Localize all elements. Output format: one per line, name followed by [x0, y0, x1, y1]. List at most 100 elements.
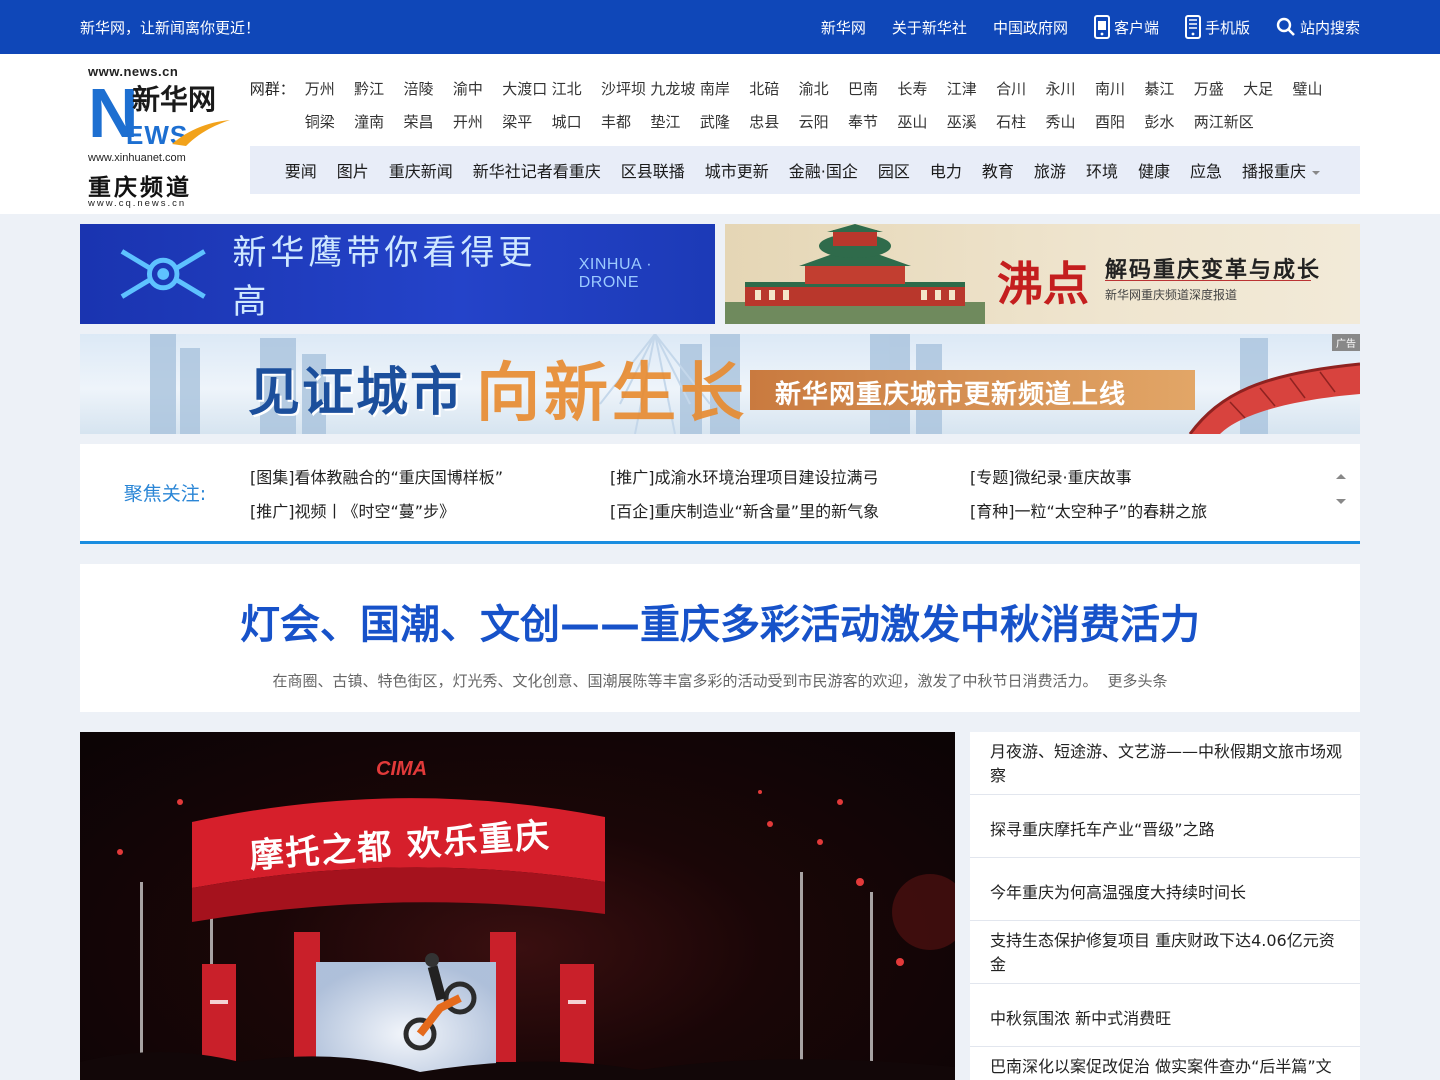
- network-city-link[interactable]: 武隆: [700, 111, 749, 132]
- link-gov[interactable]: 中国政府网: [993, 17, 1068, 38]
- nav-item[interactable]: 区县联播: [621, 158, 685, 182]
- link-site-search[interactable]: 站内搜索: [1276, 17, 1360, 38]
- network-city-link[interactable]: 万州: [305, 78, 354, 99]
- link-about-xinhua[interactable]: 关于新华社: [892, 17, 967, 38]
- network-city-link[interactable]: 万盛: [1194, 78, 1243, 99]
- network-city-link[interactable]: 丰都: [601, 111, 650, 132]
- nav-item-label: 电力: [929, 162, 962, 181]
- nav-item[interactable]: 新华社记者看重庆: [473, 158, 601, 182]
- nav-item[interactable]: 金融·国企: [789, 158, 858, 182]
- nav-item[interactable]: 图片: [337, 158, 369, 182]
- xinhua-drone-banner[interactable]: 新华鹰带你看得更高 XINHUA · DRONE: [80, 224, 715, 324]
- focus-label: 聚焦关注:: [123, 483, 207, 505]
- network-city-link[interactable]: 璧山: [1293, 78, 1342, 99]
- header: www.news.cn N EWS 新华网 www.xinhuanet.com …: [0, 54, 1440, 214]
- nav-item[interactable]: 应急: [1190, 158, 1222, 182]
- nav-item[interactable]: 城市更新: [705, 158, 769, 182]
- nav-item[interactable]: 健康: [1138, 158, 1170, 182]
- photo-brand-logo: CIMA: [376, 758, 428, 780]
- focus-item[interactable]: [育种]一粒“太空种子”的春耕之旅: [970, 498, 1330, 522]
- city-banner-highlight: 向新生长: [476, 356, 748, 431]
- network-city-link[interactable]: 合川: [996, 78, 1045, 99]
- network-city-link[interactable]: 开州: [453, 111, 502, 132]
- focus-item[interactable]: [专题]微纪录·重庆故事: [970, 464, 1330, 488]
- link-xinhuanet[interactable]: 新华网: [821, 17, 866, 38]
- network-city-link[interactable]: 荣昌: [403, 111, 452, 132]
- link-mobile[interactable]: 手机版: [1184, 15, 1250, 39]
- network-city-link[interactable]: 云阳: [799, 111, 848, 132]
- network-city-link[interactable]: 城口: [552, 111, 601, 132]
- search-icon: [1276, 17, 1295, 36]
- nav-item-label: 图片: [336, 162, 369, 181]
- network-city-link[interactable]: 永川: [1046, 78, 1095, 99]
- main-nav: 要闻 图片 重庆新闻 新华社记者看重庆 区县联播 城市更新 金融·国企 园区 电力 教育 旅游 环境 健…: [249, 146, 1360, 194]
- network-city-link[interactable]: 奉节: [848, 111, 897, 132]
- link-label: 新华网: [820, 18, 866, 37]
- network-city-link[interactable]: 潼南: [354, 111, 403, 132]
- logo-url-secondary: www.xinhuanet.com: [88, 152, 186, 164]
- focus-item[interactable]: [百企]重庆制造业“新含量”里的新气象: [610, 498, 970, 522]
- nav-item-label: 教育: [981, 162, 1014, 181]
- nav-item[interactable]: 电力: [930, 158, 962, 182]
- network-city-link[interactable]: 九龙坡: [650, 78, 699, 99]
- network-city-link[interactable]: 彭水: [1144, 111, 1193, 132]
- boiling-point-banner[interactable]: 沸点 解码重庆变革与成长 新华网重庆频道深度报道: [725, 224, 1360, 324]
- city-renewal-banner[interactable]: 见证城市 向新生长 新华网重庆城市更新频道上线 广告: [80, 334, 1360, 434]
- news-list: 月夜游、短途游、文艺游——中秋假期文旅市场观察 探寻重庆摩托车产业“晋级”之路 今年…: [970, 732, 1360, 1080]
- network-city-link[interactable]: 南岸: [700, 78, 749, 99]
- headline-title[interactable]: 灯会、国潮、文创——重庆多彩活动激发中秋消费活力: [80, 592, 1360, 650]
- news-list-item[interactable]: 今年重庆为何高温强度大持续时间长: [970, 858, 1360, 921]
- network-city-link[interactable]: 酉阳: [1095, 111, 1144, 132]
- network-city-link[interactable]: 巫溪: [947, 111, 996, 132]
- focus-scroll-controls: [1336, 474, 1346, 504]
- nav-item[interactable]: 环境: [1086, 158, 1118, 182]
- featured-photo[interactable]: 摩托之都 欢乐重庆 CIMA: [80, 732, 955, 1080]
- focus-item[interactable]: [图集]看体教融合的“重庆国博样板”: [250, 464, 610, 488]
- news-list-item[interactable]: 月夜游、短途游、文艺游——中秋假期文旅市场观察: [970, 732, 1360, 795]
- nav-item[interactable]: 旅游: [1034, 158, 1066, 182]
- focus-item[interactable]: [推广]成渝水环境治理项目建设拉满弓: [610, 464, 970, 488]
- network-city-link[interactable]: 铜梁: [305, 111, 354, 132]
- nav-item[interactable]: 要闻: [285, 158, 317, 182]
- network-city-link[interactable]: 江津: [947, 78, 996, 99]
- news-list-item[interactable]: 巴南深化以案促改促治 做实案件查办“后半篇”文章: [970, 1047, 1360, 1080]
- network-city-link[interactable]: 大渡口: [502, 78, 551, 99]
- headline-summary: 在商圈、古镇、特色街区，灯光秀、文化创意、国潮展陈等丰富多彩的活动受到市民游客的…: [272, 672, 1098, 690]
- network-city-link[interactable]: 涪陵: [403, 78, 452, 99]
- news-list-item[interactable]: 探寻重庆摩托车产业“晋级”之路: [970, 795, 1360, 858]
- link-client-app[interactable]: 客户端: [1093, 15, 1159, 39]
- network-city-link[interactable]: 巴南: [848, 78, 897, 99]
- network-city-link[interactable]: 巫山: [897, 111, 946, 132]
- network-city-link[interactable]: 江北: [552, 78, 601, 99]
- nav-item[interactable]: 重庆新闻: [389, 158, 453, 182]
- site-slogan: 新华网，让新闻离你更近！: [80, 18, 261, 37]
- nav-item[interactable]: 播报重庆: [1242, 158, 1340, 182]
- network-city-link[interactable]: 秀山: [1046, 111, 1095, 132]
- network-city-link[interactable]: 渝中: [453, 78, 502, 99]
- scroll-up-icon[interactable]: [1336, 474, 1346, 479]
- network-city-link[interactable]: 垫江: [650, 111, 699, 132]
- network-city-link[interactable]: 南川: [1095, 78, 1144, 99]
- network-city-link[interactable]: 梁平: [502, 111, 551, 132]
- scroll-down-icon[interactable]: [1336, 499, 1346, 504]
- network-city-link[interactable]: 两江新区: [1194, 111, 1284, 132]
- network-city-link[interactable]: 忠县: [749, 111, 798, 132]
- news-list-item[interactable]: 中秋氛围浓 新中式消费旺: [970, 984, 1360, 1047]
- link-label: 中国政府网: [992, 18, 1068, 37]
- network-city-link[interactable]: 沙坪坝: [601, 78, 650, 99]
- network-city-link[interactable]: 长寿: [897, 78, 946, 99]
- nav-item[interactable]: 教育: [982, 158, 1014, 182]
- network-city-link[interactable]: 綦江: [1144, 78, 1193, 99]
- network-city-link[interactable]: 石柱: [996, 111, 1045, 132]
- news-list-item[interactable]: 支持生态保护修复项目 重庆财政下达4.06亿元资金: [970, 921, 1360, 984]
- nav-item-label: 环境: [1085, 162, 1118, 181]
- network-city-link[interactable]: 大足: [1243, 78, 1292, 99]
- nav-item-label: 新华社记者看重庆: [472, 162, 601, 181]
- network-city-link[interactable]: 北碚: [749, 78, 798, 99]
- network-city-link[interactable]: 黔江: [354, 78, 403, 99]
- nav-item[interactable]: 园区: [878, 158, 910, 182]
- focus-item[interactable]: [推广]视频丨《时空“蔓”步》: [250, 498, 610, 522]
- network-city-link[interactable]: 渝北: [799, 78, 848, 99]
- site-logo[interactable]: www.news.cn N EWS 新华网 www.xinhuanet.com …: [80, 64, 250, 209]
- more-headlines-link[interactable]: 更多头条: [1108, 672, 1168, 690]
